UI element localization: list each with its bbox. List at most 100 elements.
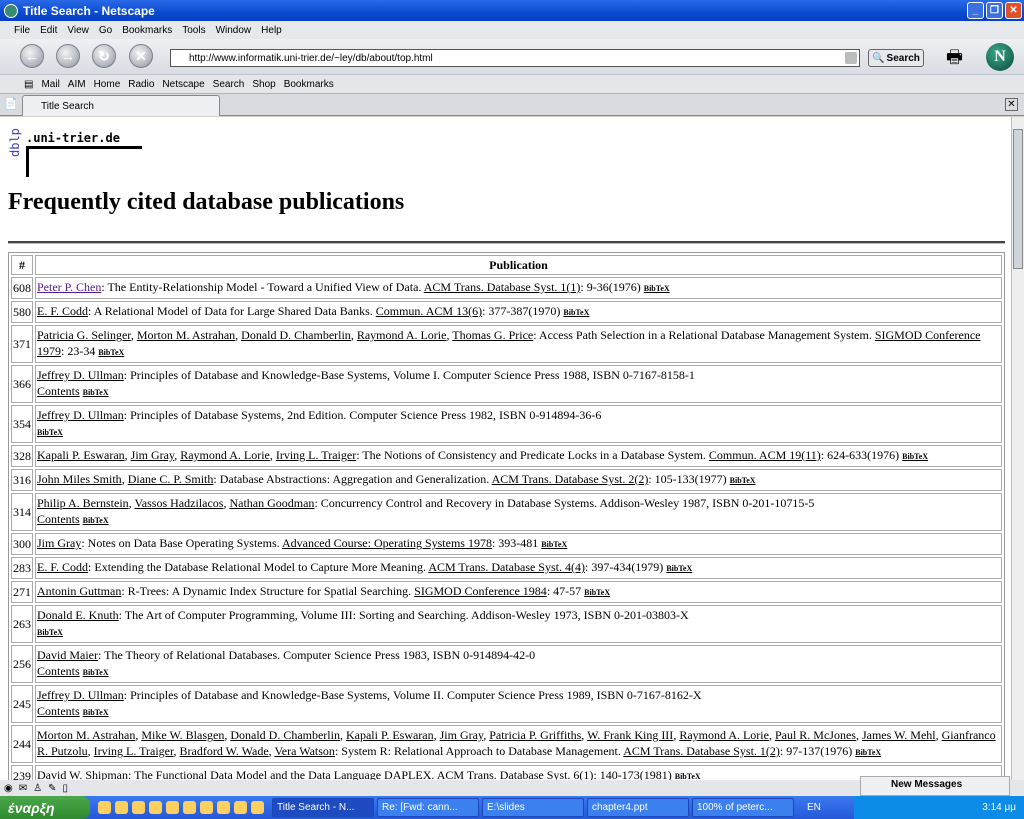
bibtex-link[interactable]: BibTeX [83,516,109,525]
author-link[interactable]: Raymond A. Lorie [357,328,447,342]
back-button[interactable]: ← [20,44,44,68]
bibtex-link[interactable]: BibTeX [37,428,63,437]
contents-link[interactable]: Contents [37,384,80,398]
netscape-logo[interactable]: N [986,43,1014,71]
author-link[interactable]: Jeffrey D. Ullman [37,408,124,422]
author-link[interactable]: Paul R. McJones [775,728,856,742]
author-link[interactable]: Vassos Hadzilacos [134,496,223,510]
quicklaunch-icon[interactable] [251,801,264,814]
author-link[interactable]: Jim Gray [131,448,175,462]
author-link[interactable]: E. F. Codd [37,304,88,318]
scrollbar-thumb[interactable] [1013,129,1023,269]
author-link[interactable]: Irving L. Traiger [94,744,174,758]
menu-window[interactable]: Window [216,25,252,36]
new-messages-notification[interactable]: New Messages [860,776,1010,796]
minimize-button[interactable]: _ [967,2,984,19]
bibtex-link[interactable]: BibTeX [730,476,756,485]
tab-title-search[interactable]: Title Search [22,95,220,116]
forward-button[interactable]: → [56,44,80,68]
url-dropdown-icon[interactable] [845,52,857,64]
author-link[interactable]: Donald E. Knuth [37,608,119,622]
bibtex-link[interactable]: BibTeX [855,748,881,757]
bibtex-link[interactable]: BibTeX [37,628,63,637]
bibtex-link[interactable]: BibTeX [666,564,692,573]
venue-link[interactable]: Commun. ACM 19(11) [709,448,821,462]
search-button[interactable]: 🔍 Search [868,49,924,67]
author-link[interactable]: Donald D. Chamberlin [230,728,340,742]
venue-link[interactable]: SIGMOD Conference 1984 [414,584,547,598]
bibtex-link[interactable]: BibTeX [541,540,567,549]
bibtex-link[interactable]: BibTeX [98,348,124,357]
sidebar-toggle-icon[interactable]: ▤ [24,79,33,90]
toolbar-aim[interactable]: AIM [68,79,86,90]
author-link[interactable]: David W. Shipman [37,768,128,780]
author-link[interactable]: Jim Gray [37,536,81,550]
author-link[interactable]: Patricia G. Selinger [37,328,131,342]
author-link[interactable]: Irving L. Traiger [276,448,356,462]
author-link[interactable]: E. F. Codd [37,560,88,574]
bibtex-link[interactable]: BibTeX [83,708,109,717]
menu-bookmarks[interactable]: Bookmarks [122,25,172,36]
print-icon[interactable]: 🖶 [946,45,963,75]
toolbar-mail[interactable]: Mail [41,79,59,90]
taskbar-item-download[interactable]: 100% of peterc... [692,798,794,817]
author-link[interactable]: Vera Watson [274,744,334,758]
author-link[interactable]: Patricia P. Griffiths [489,728,581,742]
quicklaunch-icon[interactable] [234,801,247,814]
maximize-button[interactable]: ❐ [986,2,1003,19]
author-link[interactable]: Jim Gray [440,728,484,742]
author-link[interactable]: Donald D. Chamberlin [241,328,351,342]
close-tab-button[interactable]: ✕ [1005,98,1018,111]
url-field[interactable]: http://www.informatik.uni-trier.de/~ley/… [170,49,860,67]
author-link[interactable]: Raymond A. Lorie [180,448,270,462]
author-link[interactable]: Antonin Guttman [37,584,121,598]
quicklaunch-icon[interactable] [183,801,196,814]
venue-link[interactable]: Advanced Course: Operating Systems 1978 [282,536,492,550]
taskbar-item-email[interactable]: Re: [Fwd: cann... [377,798,479,817]
close-button[interactable]: ✕ [1005,2,1022,19]
quicklaunch-icon[interactable] [98,801,111,814]
author-link[interactable]: W. Frank King III [587,728,673,742]
toolbar-radio[interactable]: Radio [128,79,154,90]
contents-link[interactable]: Contents [37,704,80,718]
author-link[interactable]: Kapali P. Eswaran [37,448,125,462]
address-book-icon[interactable]: ▯ [62,783,68,794]
contents-link[interactable]: Contents [37,512,80,526]
author-link[interactable]: Bradford W. Wade [180,744,269,758]
venue-link[interactable]: ACM Trans. Database Syst. 1(2) [623,744,780,758]
menu-file[interactable]: File [14,25,30,36]
taskbar-item-chapter4[interactable]: chapter4.ppt [587,798,689,817]
bibtex-link[interactable]: BibTeX [563,308,589,317]
quicklaunch-icon[interactable] [217,801,230,814]
aim-icon[interactable]: ♙ [33,783,42,794]
author-link[interactable]: Kapali P. Eswaran [346,728,434,742]
author-link[interactable]: Raymond A. Lorie [679,728,769,742]
reload-button[interactable]: ↻ [92,44,116,68]
quicklaunch-icon[interactable] [115,801,128,814]
author-link[interactable]: Thomas G. Price [452,328,533,342]
author-link[interactable]: John Miles Smith [37,472,122,486]
venue-link[interactable]: ACM Trans. Database Syst. 6(1) [437,768,594,780]
menu-view[interactable]: View [67,25,89,36]
toolbar-home[interactable]: Home [94,79,121,90]
toolbar-netscape[interactable]: Netscape [162,79,204,90]
author-link[interactable]: Morton M. Astrahan [37,728,135,742]
composer-icon[interactable]: ✎ [48,783,56,794]
toolbar-bookmarks[interactable]: Bookmarks [284,79,334,90]
bibtex-link[interactable]: BibTeX [902,452,928,461]
menu-edit[interactable]: Edit [40,25,57,36]
quicklaunch-icon[interactable] [166,801,179,814]
contents-link[interactable]: Contents [37,664,80,678]
bibtex-link[interactable]: BibTeX [83,668,109,677]
author-link[interactable]: Jeffrey D. Ullman [37,368,124,382]
author-link[interactable]: Philip A. Bernstein [37,496,129,510]
toolbar-shop[interactable]: Shop [252,79,275,90]
new-tab-icon[interactable]: 📄 [4,97,18,110]
taskbar-item-title-search[interactable]: Title Search - N... [272,798,374,817]
bibtex-link[interactable]: BibTeX [644,284,670,293]
quicklaunch-icon[interactable] [132,801,145,814]
author-link[interactable]: James W. Mehl [862,728,936,742]
menu-help[interactable]: Help [261,25,282,36]
author-link[interactable]: Jeffrey D. Ullman [37,688,124,702]
venue-link[interactable]: Commun. ACM 13(6) [376,304,482,318]
